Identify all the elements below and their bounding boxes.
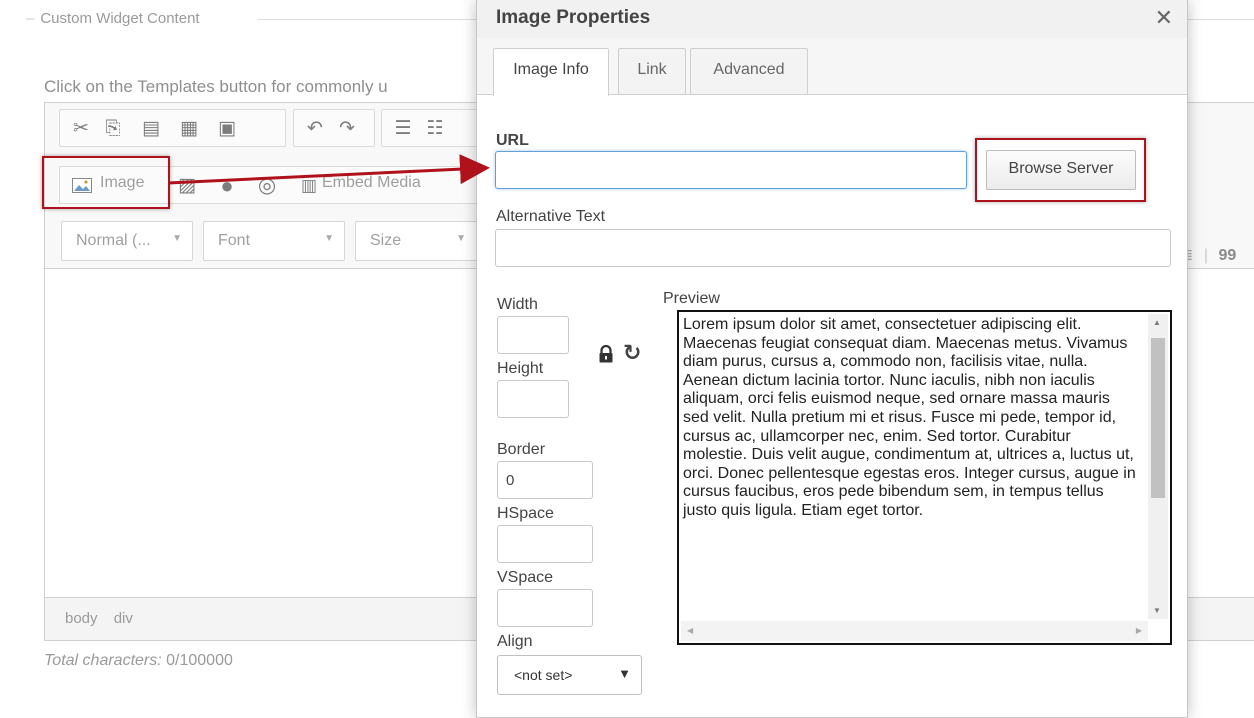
height-input[interactable] [497, 380, 569, 418]
cut-icon[interactable]: ✂ [70, 118, 92, 140]
height-label: Height [497, 360, 544, 377]
path-item-div[interactable]: div [114, 610, 133, 627]
chevron-down-icon: ▼ [456, 233, 466, 244]
border-label: Border [497, 441, 546, 458]
tab-advanced[interactable]: Advanced [690, 48, 808, 94]
url-input[interactable] [495, 151, 967, 189]
image-button-highlight [42, 156, 170, 209]
hspace-label: HSpace [497, 505, 554, 522]
preview-vertical-scrollbar[interactable]: ▲ ▼ [1148, 314, 1168, 619]
character-count-value: 0/100000 [166, 652, 233, 669]
chevron-down-icon: ▼ [618, 666, 631, 681]
copy-icon[interactable]: ⎘ [102, 118, 124, 140]
align-label: Align [497, 633, 533, 650]
templates-instructions: Click on the Templates button for common… [44, 77, 388, 96]
paste-word-icon[interactable]: ▣ [216, 118, 238, 140]
numbered-list-icon[interactable]: ☰ [392, 118, 414, 140]
tab-link[interactable]: Link [618, 48, 686, 94]
blockquote-button[interactable]: 99 [1218, 247, 1236, 264]
image-properties-dialog: Image Properties ✕ Image Info Link Advan… [476, 0, 1188, 718]
iframe-icon[interactable]: ◎ [256, 175, 278, 197]
undo-icon[interactable]: ↶ [304, 118, 326, 140]
preview-text: Lorem ipsum dolor sit amet, consectetuer… [683, 316, 1136, 519]
width-input[interactable] [497, 316, 569, 354]
dialog-title-bar[interactable]: Image Properties ✕ [477, 0, 1187, 39]
preview-label: Preview [663, 290, 720, 307]
vspace-label: VSpace [497, 569, 554, 586]
path-item-body[interactable]: body [65, 610, 98, 627]
dialog-tabs: Image Info Link Advanced [477, 38, 1187, 96]
scroll-down-icon[interactable]: ▼ [1153, 606, 1161, 615]
alt-text-label: Alternative Text [496, 208, 606, 225]
alt-text-input[interactable] [495, 229, 1171, 267]
lock-icon[interactable] [597, 345, 615, 363]
scroll-thumb[interactable] [1151, 338, 1165, 498]
flash-icon[interactable]: ▨ [176, 175, 198, 197]
character-counter: Total characters: 0/100000 [44, 652, 233, 669]
undo-group: ↶ ↷ [293, 109, 375, 147]
scroll-right-icon[interactable]: ▶ [1136, 626, 1142, 635]
reset-size-icon[interactable]: ↻ [623, 340, 641, 366]
fieldset-legend: – Custom Widget Content [26, 10, 200, 27]
special-char-icon[interactable]: ● [216, 175, 238, 197]
size-combo[interactable]: Size ▼ [355, 221, 477, 261]
scroll-up-icon[interactable]: ▲ [1153, 318, 1161, 327]
align-select[interactable]: <not set> ▼ [497, 655, 642, 695]
redo-icon[interactable]: ↷ [336, 118, 358, 140]
url-label: URL [496, 132, 529, 149]
toolbar-overflow: ≣ | 99 [1180, 245, 1236, 265]
bulleted-list-icon[interactable]: ☷ [424, 118, 446, 140]
chevron-down-icon: ▼ [324, 233, 334, 244]
paste-text-icon[interactable]: ▦ [178, 118, 200, 140]
vspace-input[interactable] [497, 589, 593, 627]
preview-horizontal-scrollbar[interactable]: ◀ ▶ [681, 621, 1148, 641]
dialog-title: Image Properties [496, 7, 651, 28]
scroll-left-icon[interactable]: ◀ [687, 626, 693, 635]
font-combo[interactable]: Font ▼ [203, 221, 345, 261]
chevron-down-icon: ▼ [172, 233, 182, 244]
browse-server-highlight [975, 138, 1146, 202]
clipboard-group: ✂ ⎘ ▤ ▦ ▣ [59, 109, 286, 147]
format-combo[interactable]: Normal (... ▼ [61, 221, 193, 261]
elements-path: body div [65, 610, 145, 627]
width-label: Width [497, 296, 538, 313]
paste-icon[interactable]: ▤ [140, 118, 162, 140]
image-preview: Lorem ipsum dolor sit amet, consectetuer… [677, 310, 1172, 645]
embed-media-icon: ▥ [300, 176, 318, 195]
tab-image-info[interactable]: Image Info [493, 48, 609, 96]
hspace-input[interactable] [497, 525, 593, 563]
fieldset-border [258, 19, 478, 20]
close-icon[interactable]: ✕ [1155, 5, 1173, 31]
embed-media-button[interactable]: Embed Media [322, 174, 421, 192]
border-input[interactable] [497, 461, 593, 499]
fieldset-border-right [1186, 19, 1254, 20]
list-group: ☰ ☷ [381, 109, 483, 147]
